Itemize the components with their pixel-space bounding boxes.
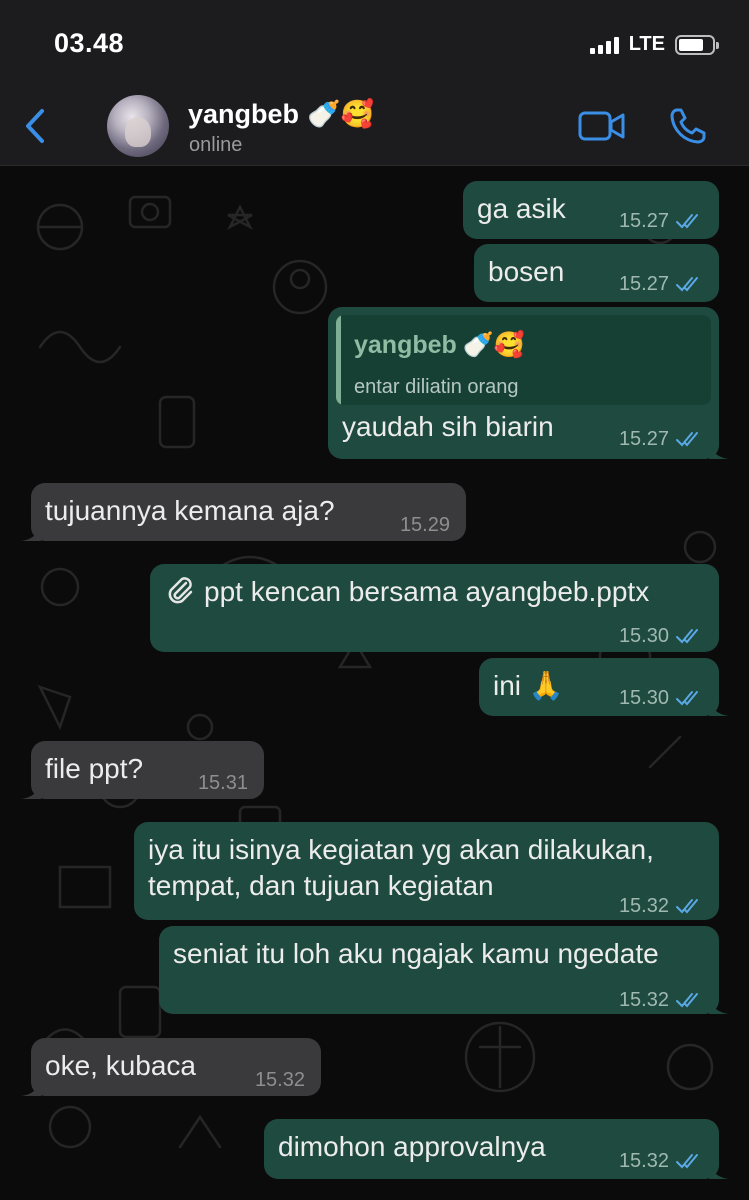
double-check-icon — [676, 214, 698, 229]
message-text: dimohon approvalnya — [278, 1131, 546, 1162]
bubble-tail — [709, 998, 729, 1014]
message-time: 15.32 — [618, 895, 669, 917]
quoted-sender-name: yangbeb — [354, 331, 457, 359]
message-text: oke, kubaca — [45, 1050, 196, 1081]
double-check-icon — [676, 1154, 698, 1169]
chevron-left-icon[interactable] — [20, 106, 52, 146]
message-text: tujuannya kemana aja? — [45, 495, 335, 526]
message-meta: 15.29 — [400, 507, 450, 543]
phone-icon[interactable] — [668, 106, 708, 146]
bubble-tail — [709, 700, 729, 716]
contact-name-emoji: 🍼🥰 — [307, 99, 375, 130]
quote-bar — [336, 315, 341, 405]
message-bubble-outgoing[interactable]: ini 🙏 15.30 — [479, 658, 729, 716]
quoted-text: entar diliatin orang — [354, 376, 519, 398]
avatar[interactable] — [107, 95, 169, 157]
message-time: 15.29 — [399, 514, 450, 536]
double-check-icon — [676, 432, 698, 447]
message-text: iya itu isinya kegiatan yg akan dilakuka… — [148, 832, 654, 904]
message-bubble-outgoing[interactable]: dimohon approvalnya 15.32 — [264, 1119, 729, 1179]
double-check-icon — [676, 899, 698, 914]
paperclip-icon — [168, 577, 193, 604]
quoted-sender: yangbeb 🍼🥰 — [354, 327, 525, 363]
praying-hands-emoji: 🙏 — [528, 669, 564, 702]
message-time: 15.32 — [254, 1069, 305, 1091]
message-meta: 15.30 — [619, 680, 703, 716]
message-meta: 15.32 — [255, 1062, 305, 1098]
message-meta: 15.27 — [619, 203, 703, 239]
message-meta: 15.32 — [619, 982, 703, 1018]
contact-name[interactable]: yangbeb 🍼🥰 — [188, 98, 375, 131]
message-meta: 15.32 — [619, 888, 703, 924]
double-check-icon — [676, 993, 698, 1008]
quoted-message[interactable]: yangbeb 🍼🥰 entar diliatin orang — [336, 315, 711, 405]
message-meta: 15.31 — [198, 765, 248, 801]
chat-area[interactable]: ga asik 15.27 bosen 15.27 yangbeb 🍼🥰 ent… — [0, 167, 749, 1200]
network-label: LTE — [628, 33, 665, 55]
bubble-tail — [21, 525, 41, 541]
message-time: 15.30 — [618, 625, 669, 647]
message-meta: 15.30 — [619, 618, 703, 654]
message-bubble-incoming[interactable]: oke, kubaca 15.32 — [21, 1038, 321, 1098]
message-bubble-incoming[interactable]: file ppt? 15.31 — [21, 741, 264, 801]
bubble-tail — [709, 443, 729, 459]
message-text: file ppt? — [45, 753, 144, 784]
message-meta: 15.32 — [619, 1143, 703, 1179]
contact-status: online — [189, 134, 243, 156]
status-time: 03.48 — [54, 28, 125, 58]
message-bubble-outgoing-reply[interactable]: yangbeb 🍼🥰 entar diliatin orang yaudah s… — [328, 307, 729, 459]
message-time: 15.30 — [618, 687, 669, 709]
message-text-line: tempat, dan tujuan kegiatan — [148, 870, 494, 901]
message-bubble-outgoing[interactable]: iya itu isinya kegiatan yg akan dilakuka… — [134, 822, 719, 920]
battery-icon — [675, 34, 719, 55]
message-text-label: ini — [493, 670, 522, 701]
message-time: 15.27 — [618, 210, 669, 232]
message-time: 15.32 — [618, 1150, 669, 1172]
double-check-icon — [676, 629, 698, 644]
message-text: ga asik — [477, 193, 566, 224]
message-bubble-incoming[interactable]: tujuannya kemana aja? 15.29 — [21, 483, 466, 543]
message-text: ini 🙏 — [493, 668, 564, 704]
message-text-line: iya itu isinya kegiatan yg akan dilakuka… — [148, 834, 654, 865]
status-indicators: LTE — [589, 33, 719, 56]
signal-icon — [589, 36, 619, 54]
quoted-sender-emoji: 🍼🥰 — [462, 330, 526, 359]
bubble-tail — [21, 783, 41, 799]
status-bar: 03.48 LTE — [0, 0, 749, 88]
message-bubble-outgoing-attachment[interactable]: ppt kencan bersama ayangbeb.pptx 15.30 — [150, 564, 719, 652]
message-text: yaudah sih biarin — [342, 411, 554, 442]
message-meta: 15.27 — [619, 266, 703, 302]
message-meta: 15.27 — [619, 421, 703, 457]
message-text: seniat itu loh aku ngajak kamu ngedate — [173, 938, 659, 969]
message-text: bosen — [488, 256, 565, 287]
message-bubble-outgoing[interactable]: ga asik 15.27 — [463, 181, 719, 239]
double-check-icon — [676, 277, 698, 292]
message-time: 15.31 — [197, 772, 248, 794]
bubble-tail — [21, 1080, 41, 1096]
message-text: ppt kencan bersama ayangbeb.pptx — [164, 574, 649, 610]
double-check-icon — [676, 691, 698, 706]
message-time: 15.32 — [618, 989, 669, 1011]
contact-name-text: yangbeb — [188, 98, 300, 129]
message-bubble-outgoing[interactable]: seniat itu loh aku ngajak kamu ngedate 1… — [159, 926, 729, 1014]
message-bubble-outgoing[interactable]: bosen 15.27 — [474, 244, 719, 302]
message-time: 15.27 — [618, 273, 669, 295]
bubble-tail — [709, 1163, 729, 1179]
chat-header: yangbeb 🍼🥰 online — [0, 88, 749, 166]
video-call-icon[interactable] — [578, 108, 626, 144]
message-time: 15.27 — [618, 428, 669, 450]
attachment-filename: ppt kencan bersama ayangbeb.pptx — [204, 576, 650, 607]
